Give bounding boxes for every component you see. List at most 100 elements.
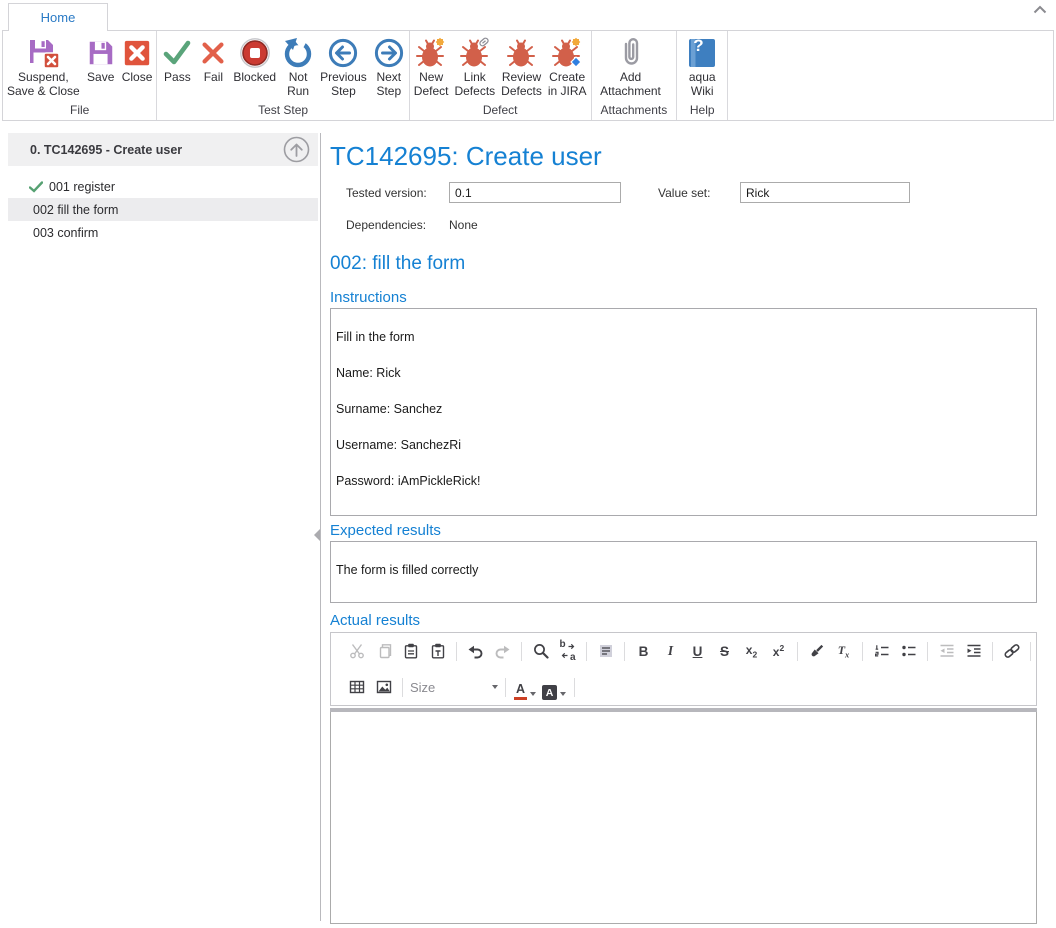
subscript-button[interactable]: x2 <box>738 638 765 664</box>
step-item-001[interactable]: 001 register <box>8 175 318 198</box>
dependencies-row: Dependencies: None <box>330 218 1037 232</box>
font-size-dropdown[interactable]: Size <box>410 680 498 695</box>
button-label: Close <box>122 71 153 85</box>
bulleted-list-button[interactable] <box>895 638 922 664</box>
save-button[interactable]: Save <box>83 33 119 86</box>
instruction-line: Username: SanchezRi <box>336 439 1028 452</box>
background-color-icon: A <box>542 685 557 700</box>
image-icon <box>376 679 392 695</box>
step-label: 001 register <box>49 180 115 194</box>
ribbon-group-file: Suspend, Save & Close Save <box>3 31 157 120</box>
search-icon <box>533 643 549 659</box>
increase-indent-button[interactable] <box>960 638 987 664</box>
link-defects-button[interactable]: Link Defects <box>451 33 498 99</box>
cut-button[interactable] <box>343 638 370 664</box>
numbered-list-button[interactable] <box>868 638 895 664</box>
toolbar-separator <box>402 678 403 697</box>
superscript-button[interactable]: x2 <box>765 638 792 664</box>
subscript-icon: x2 <box>746 643 757 659</box>
actual-results-editor-area[interactable] <box>330 712 1037 924</box>
step-item-002[interactable]: 002 fill the form <box>8 198 318 221</box>
table-icon <box>349 679 365 695</box>
button-label: Next <box>376 71 401 85</box>
remove-format-icon: Tx <box>838 643 850 659</box>
underline-button[interactable]: U <box>684 638 711 664</box>
copy-formatting-button[interactable] <box>803 638 830 664</box>
not-run-button[interactable]: Not Run <box>279 33 317 99</box>
ribbon-group-label-test-step: Test Step <box>158 102 407 120</box>
suspend-save-close-button[interactable]: Suspend, Save & Close <box>4 33 83 99</box>
test-case-title: 0. TC142695 - Create user <box>8 143 182 157</box>
scroll-to-top-button[interactable] <box>283 136 310 163</box>
italic-button[interactable]: I <box>657 638 684 664</box>
remove-format-button[interactable]: Tx <box>830 638 857 664</box>
tested-version-label: Tested version: <box>346 186 449 200</box>
dependencies-label: Dependencies: <box>346 218 449 232</box>
new-defect-button[interactable]: New Defect <box>411 33 452 99</box>
test-execution-main: TC142695: Create user Tested version: Va… <box>330 133 1037 924</box>
save-close-icon <box>27 34 59 71</box>
text-color-icon: A <box>514 683 527 700</box>
step-label: 002 fill the form <box>8 203 118 217</box>
bold-icon: B <box>639 644 649 659</box>
ribbon-collapse-button[interactable] <box>1031 3 1049 15</box>
ribbon-tab-home[interactable]: Home <box>8 3 108 31</box>
button-label: Blocked <box>233 71 276 85</box>
tested-version-input[interactable] <box>449 182 621 203</box>
ribbon-group-test-step: Pass Fail <box>157 31 409 120</box>
fail-button[interactable]: Fail <box>196 33 230 86</box>
step-section-title: 002: fill the form <box>330 253 1037 275</box>
aqua-wiki-button[interactable]: ? aqua Wiki <box>684 33 720 99</box>
copy-button[interactable] <box>370 638 397 664</box>
strikethrough-button[interactable]: S <box>711 638 738 664</box>
passed-check-icon <box>29 181 43 193</box>
toolbar-separator <box>992 642 993 661</box>
superscript-icon: x2 <box>773 643 784 659</box>
paintbrush-icon <box>809 643 825 659</box>
toolbar-separator <box>505 678 506 697</box>
blocked-stop-icon <box>239 34 271 71</box>
dependencies-value: None <box>449 218 478 232</box>
step-item-003[interactable]: 003 confirm <box>8 221 318 244</box>
chevron-down-icon <box>492 685 498 689</box>
chevron-down-icon <box>560 692 566 696</box>
undo-button[interactable] <box>462 638 489 664</box>
paste-as-text-button[interactable] <box>424 638 451 664</box>
insert-image-button[interactable] <box>370 674 397 700</box>
button-label: Save <box>87 71 114 85</box>
button-label: Pass <box>164 71 191 85</box>
actual-results-heading: Actual results <box>330 612 1037 629</box>
button-label: Defect <box>414 85 449 99</box>
redo-button[interactable] <box>489 638 516 664</box>
ribbon: Suspend, Save & Close Save <box>2 30 1054 121</box>
previous-step-button[interactable]: Previous Step <box>317 33 370 99</box>
text-color-button[interactable]: A <box>511 674 539 700</box>
replace-button[interactable]: b a <box>554 638 581 664</box>
toolbar-separator <box>456 642 457 661</box>
review-defects-button[interactable]: Review Defects <box>498 33 545 99</box>
toolbar-row-2: Size A A <box>331 669 1036 705</box>
decrease-indent-button[interactable] <box>933 638 960 664</box>
splitter-collapse-icon[interactable] <box>314 529 320 541</box>
find-button[interactable] <box>527 638 554 664</box>
arrow-right-circle-icon <box>373 34 405 71</box>
close-button[interactable]: Close <box>119 33 156 86</box>
bold-button[interactable]: B <box>630 638 657 664</box>
insert-link-button[interactable] <box>998 638 1025 664</box>
blocked-button[interactable]: Blocked <box>230 33 279 86</box>
background-color-button[interactable]: A <box>539 674 569 700</box>
value-set-input[interactable] <box>740 182 910 203</box>
paste-button[interactable] <box>397 638 424 664</box>
strikethrough-icon: S <box>720 644 729 659</box>
pass-button[interactable]: Pass <box>158 33 196 86</box>
button-label: Defects <box>501 85 542 99</box>
sidebar-splitter[interactable] <box>320 133 321 921</box>
next-step-button[interactable]: Next Step <box>370 33 408 99</box>
button-label: Previous <box>320 71 367 85</box>
underline-icon: U <box>693 644 703 659</box>
close-icon <box>122 34 152 71</box>
insert-table-button[interactable] <box>343 674 370 700</box>
select-all-button[interactable] <box>592 638 619 664</box>
add-attachment-button[interactable]: Add Attachment <box>597 33 664 99</box>
create-in-jira-button[interactable]: Create in JIRA <box>545 33 590 99</box>
